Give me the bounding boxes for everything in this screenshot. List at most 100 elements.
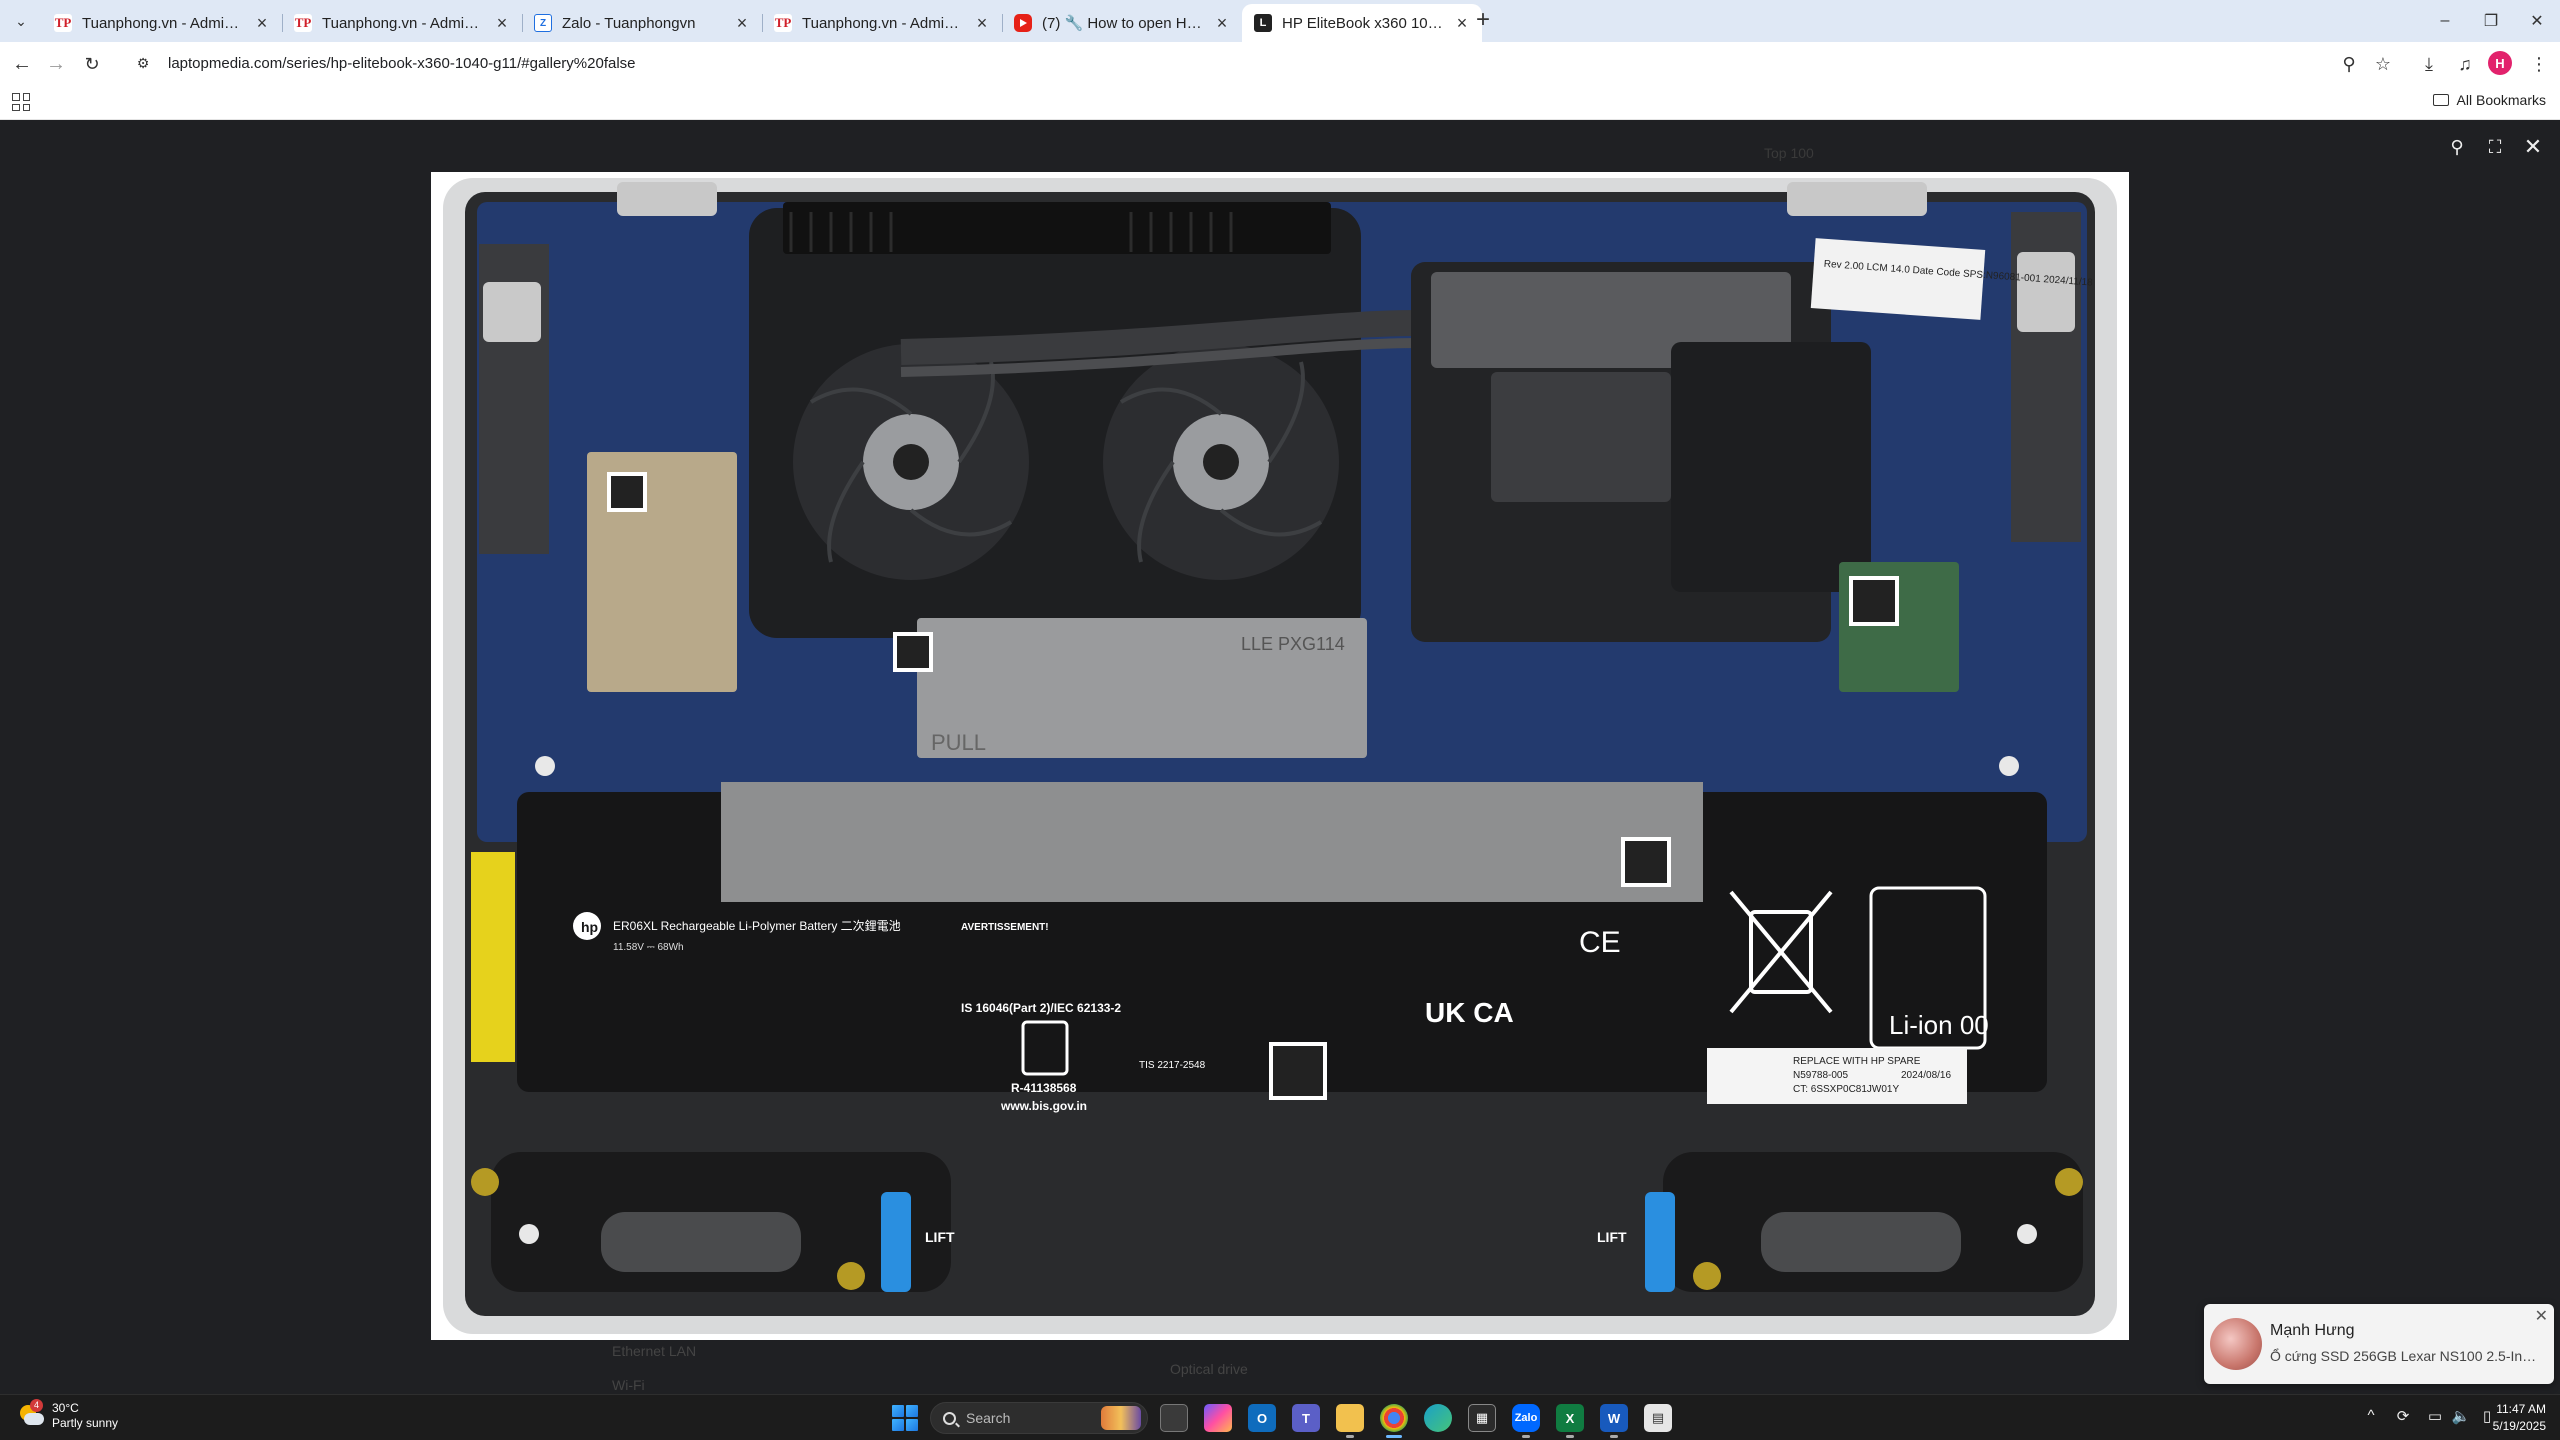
network-icon[interactable]: ▭: [2424, 1407, 2446, 1425]
ukca-mark: UK CA: [1425, 997, 1514, 1028]
back-button[interactable]: ←: [8, 50, 36, 78]
close-icon[interactable]: ×: [252, 13, 272, 33]
tab-title: Zalo - Tuanphongvn: [562, 14, 696, 32]
minimize-icon[interactable]: –: [2422, 0, 2468, 42]
bookmark-star-icon[interactable]: ☆: [2368, 49, 2398, 79]
restore-icon[interactable]: ❐: [2468, 0, 2514, 42]
all-bookmarks-label: All Bookmarks: [2456, 92, 2546, 108]
taskbar-search[interactable]: Search: [930, 1402, 1148, 1434]
gallery-image[interactable]: LLE PXG114 PULL Rev 2.00 LCM 14.0 Date C…: [431, 172, 2129, 1340]
tab-strip: ⌄ TP Tuanphong.vn - Admin Control × TP T…: [0, 0, 2560, 42]
site-info-icon[interactable]: ⚙: [134, 54, 152, 72]
close-icon[interactable]: ×: [492, 13, 512, 33]
battery-bis: www.bis.gov.in: [1000, 1099, 1087, 1113]
ssd-label: LLE PXG114: [1241, 634, 1345, 654]
new-tab-button[interactable]: +: [1470, 8, 1496, 34]
ce-mark: CE: [1579, 926, 1621, 959]
tab-search-button[interactable]: ⌄: [8, 8, 34, 34]
calculator-icon[interactable]: ▤: [1644, 1404, 1672, 1432]
close-icon[interactable]: ✕: [2535, 1306, 2548, 1326]
tab-2[interactable]: TP Tuanphong.vn - Admin Control ×: [282, 4, 522, 42]
pull-label: PULL: [931, 730, 986, 755]
search-placeholder: Search: [966, 1410, 1011, 1426]
folder-icon: [2432, 94, 2449, 106]
file-explorer-icon[interactable]: [1336, 1404, 1364, 1438]
media-control-icon[interactable]: ♫: [2450, 49, 2480, 79]
zoom-icon[interactable]: ⚲: [2334, 49, 2364, 79]
search-highlight-icon: [1101, 1406, 1141, 1430]
excel-icon[interactable]: X: [1556, 1404, 1584, 1438]
copilot-icon[interactable]: [1204, 1404, 1232, 1432]
liion-label: Li-ion 00: [1889, 1010, 1989, 1040]
spare-ct: CT: 6SSXP0C81JW01Y: [1793, 1084, 1899, 1095]
system-clock[interactable]: 11:47 AM 5/19/2025: [2493, 1401, 2546, 1435]
laptopmedia-icon: L: [1254, 14, 1272, 32]
tab-title: HP EliteBook x360 1040 G11 - S: [1282, 14, 1446, 32]
onedrive-sync-icon[interactable]: ⟳: [2392, 1407, 2414, 1425]
clock-time: 11:47 AM: [2496, 1402, 2546, 1416]
battery-tis: TIS 2217-2548: [1139, 1060, 1206, 1071]
edge-icon[interactable]: [1424, 1404, 1452, 1432]
tray-overflow-icon[interactable]: ^: [2360, 1407, 2382, 1424]
tab-title: Tuanphong.vn - Admin Control: [802, 14, 966, 32]
spare-text: REPLACE WITH HP SPARE: [1793, 1056, 1921, 1067]
address-bar[interactable]: ⚙ laptopmedia.com/series/hp-elitebook-x3…: [122, 46, 2382, 80]
word-icon[interactable]: W: [1600, 1404, 1628, 1438]
weather-desc: Partly sunny: [52, 1416, 119, 1430]
tab-5[interactable]: (7) 🔧 How to open HP Elite x360 ×: [1002, 4, 1242, 42]
weather-widget[interactable]: 4 30°C Partly sunny: [18, 1399, 119, 1431]
fullscreen-icon[interactable]: ⛶: [2482, 134, 2508, 160]
profile-avatar[interactable]: H: [2488, 51, 2512, 75]
lift-tab-right: [1645, 1192, 1675, 1292]
battery-title: ER06XL Rechargeable Li-Polymer Battery 二…: [613, 919, 901, 933]
forward-button[interactable]: →: [42, 50, 70, 78]
zalo-app-icon[interactable]: Zalo: [1512, 1404, 1540, 1438]
close-icon[interactable]: ×: [1212, 13, 1232, 33]
search-icon: [943, 1411, 956, 1425]
lift-tab-left: [881, 1192, 911, 1292]
close-icon[interactable]: ×: [732, 13, 752, 33]
task-view-icon[interactable]: [1160, 1404, 1188, 1432]
notification-message: Ổ cứng SSD 256GB Lexar NS100 2.5-Inch ..…: [2270, 1348, 2540, 1364]
gallery-zoom-icon[interactable]: ⚲: [2444, 134, 2470, 160]
download-icon[interactable]: ⤓: [2414, 49, 2444, 79]
battery-r-number: R-41138568: [1011, 1081, 1077, 1095]
hinge-right: [1787, 182, 1927, 216]
chrome-icon[interactable]: [1380, 1404, 1408, 1438]
tab-6-active[interactable]: L HP EliteBook x360 1040 G11 - S ×: [1242, 4, 1482, 42]
yellow-flex-cable: [471, 852, 515, 1062]
tab-1[interactable]: TP Tuanphong.vn - Admin Control ×: [42, 4, 282, 42]
tab-title: (7) 🔧 How to open HP Elite x360: [1042, 15, 1206, 32]
store-icon[interactable]: ▦: [1468, 1404, 1496, 1432]
chat-notification[interactable]: Mạnh Hưng Ổ cứng SSD 256GB Lexar NS100 2…: [2204, 1304, 2554, 1384]
menu-icon[interactable]: ⋮: [2524, 49, 2554, 79]
close-icon[interactable]: ×: [972, 13, 992, 33]
youtube-icon: [1014, 14, 1032, 32]
outlook-icon[interactable]: O: [1248, 1404, 1276, 1432]
avatar: [2210, 1318, 2262, 1370]
tp-icon: TP: [54, 14, 72, 32]
battery-warning: AVERTISSEMENT!: [961, 922, 1049, 933]
bookmarks-bar: All Bookmarks: [0, 84, 2560, 120]
tab-3[interactable]: Z Zalo - Tuanphongvn ×: [522, 4, 762, 42]
all-bookmarks-button[interactable]: All Bookmarks: [2432, 92, 2546, 108]
close-icon[interactable]: ×: [1452, 13, 1472, 33]
start-button[interactable]: [892, 1405, 918, 1431]
notification-sender: Mạnh Hưng: [2270, 1322, 2355, 1339]
window-close-icon[interactable]: ✕: [2514, 0, 2560, 42]
reload-button[interactable]: ↻: [78, 50, 106, 78]
apps-grid-icon[interactable]: [12, 93, 30, 111]
teams-icon[interactable]: T: [1292, 1404, 1320, 1432]
tabs-container: TP Tuanphong.vn - Admin Control × TP Tua…: [42, 4, 1482, 42]
zalo-icon: Z: [534, 14, 552, 32]
weather-temp: 30°C: [52, 1401, 79, 1415]
volume-icon[interactable]: 🔈: [2450, 1407, 2472, 1425]
url-text[interactable]: laptopmedia.com/series/hp-elitebook-x360…: [168, 55, 636, 72]
tab-title: Tuanphong.vn - Admin Control: [322, 14, 486, 32]
tab-4[interactable]: TP Tuanphong.vn - Admin Control ×: [762, 4, 1002, 42]
taskbar: 4 30°C Partly sunny Search O T ▦ Zalo X …: [0, 1394, 2560, 1440]
gallery-close-icon[interactable]: ✕: [2520, 134, 2546, 160]
battery-spec: 11.58V ⎓ 68Wh: [613, 942, 684, 953]
lift-label-left: LIFT: [925, 1229, 955, 1245]
tp-icon: TP: [774, 14, 792, 32]
